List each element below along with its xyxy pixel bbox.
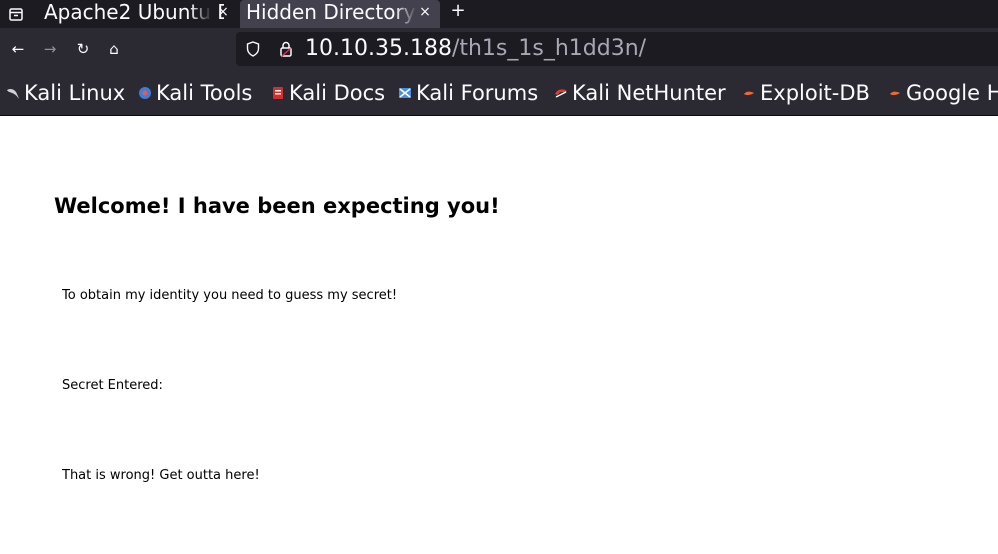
kali-forums-icon [399, 88, 411, 98]
bookmark-label: Kali Linux [24, 81, 126, 105]
result-message: That is wrong! Get outta here! [62, 468, 260, 483]
bookmark-label: Kali NetHunter [572, 81, 726, 105]
url-text[interactable]: 10.10.35.188/th1s_1s_h1dd3n/ [305, 35, 646, 63]
bookmark-label: Kali Forums [416, 81, 539, 105]
bookmark-label: Kali Tools [156, 81, 253, 105]
url-host: 10.10.35.188 [305, 36, 452, 61]
intro-text: To obtain my identity you need to guess … [62, 288, 398, 303]
page-heading: Welcome! I have been expecting you! [54, 194, 500, 218]
tab-bar: Apache2 Ubuntu Default Page: It works × … [0, 0, 998, 28]
home-icon[interactable]: ⌂ [105, 39, 123, 59]
tab-apache-default[interactable]: Apache2 Ubuntu Default Page: It works × [38, 0, 234, 28]
kali-nethunter-icon [555, 89, 567, 98]
back-arrow-icon[interactable]: ← [9, 39, 27, 59]
kali-docs-icon [273, 87, 283, 99]
tab-close-icon[interactable]: × [418, 3, 432, 23]
kali-tools-icon [139, 87, 151, 99]
tab-close-icon[interactable]: × [216, 3, 230, 23]
bookmark-label: Google Hacking DB [906, 81, 998, 105]
tab-list-icon[interactable] [6, 4, 26, 24]
ghdb-icon [890, 91, 900, 96]
tracking-protection-shield-icon[interactable] [246, 41, 260, 57]
forward-arrow-icon[interactable]: → [41, 39, 59, 59]
address-bar[interactable]: 10.10.35.188/th1s_1s_h1dd3n/ [236, 32, 998, 66]
url-path: /th1s_1s_h1dd3n/ [451, 36, 647, 61]
navigation-toolbar: ← → ↻ ⌂ 10.10.35.188/th1s_1s_h1dd3n/ [0, 28, 998, 70]
bookmark-label: Kali Docs [289, 81, 386, 105]
reload-icon[interactable]: ↻ [74, 39, 92, 59]
new-tab-icon[interactable]: + [448, 0, 468, 24]
tab-hidden-directory[interactable]: Hidden Directory × [240, 0, 440, 28]
page-content: Welcome! I have been expecting you! To o… [0, 116, 998, 554]
exploit-db-icon [744, 91, 754, 96]
lock-icon[interactable] [279, 40, 293, 58]
bookmarks-toolbar: Kali Linux Kali Tools Kali Docs Kali For… [0, 70, 998, 116]
kali-dragon-icon [7, 88, 19, 99]
secret-entered-label: Secret Entered: [62, 378, 163, 393]
bookmark-label: Exploit-DB [760, 81, 870, 105]
